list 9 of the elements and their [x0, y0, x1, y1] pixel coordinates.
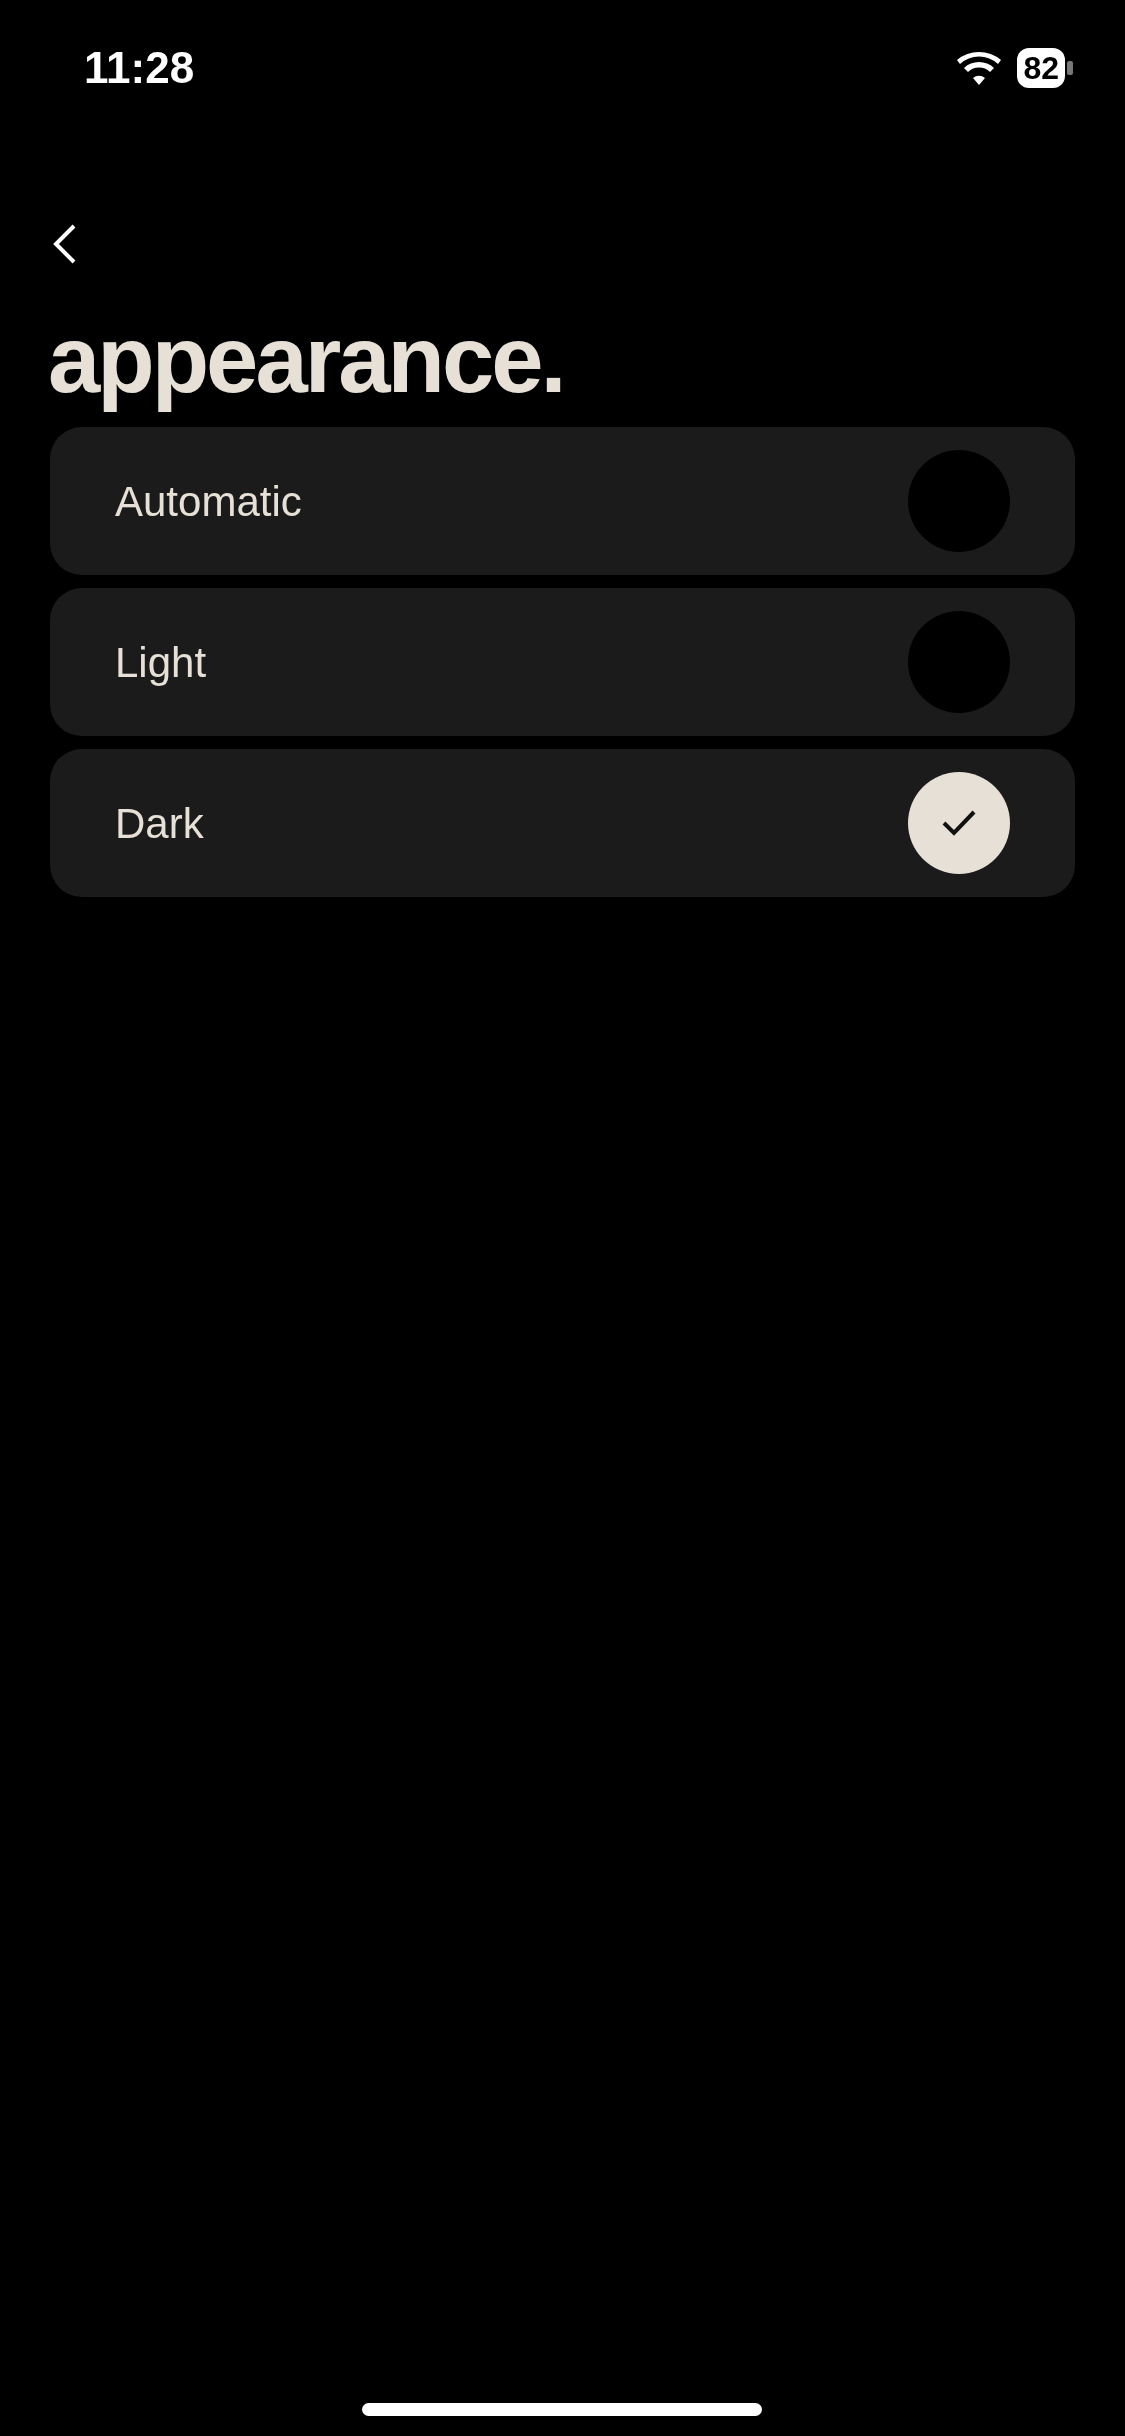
- page-title: appearance.: [48, 308, 565, 412]
- status-time: 11:28: [84, 42, 195, 94]
- battery-level: 82: [1017, 48, 1065, 88]
- option-row[interactable]: Light: [50, 588, 1075, 737]
- option-row[interactable]: Dark: [50, 749, 1075, 898]
- wifi-icon: [957, 51, 1002, 85]
- option-row[interactable]: Automatic: [50, 427, 1075, 576]
- battery-cap-icon: [1067, 61, 1073, 75]
- checkmark-icon: [941, 809, 977, 838]
